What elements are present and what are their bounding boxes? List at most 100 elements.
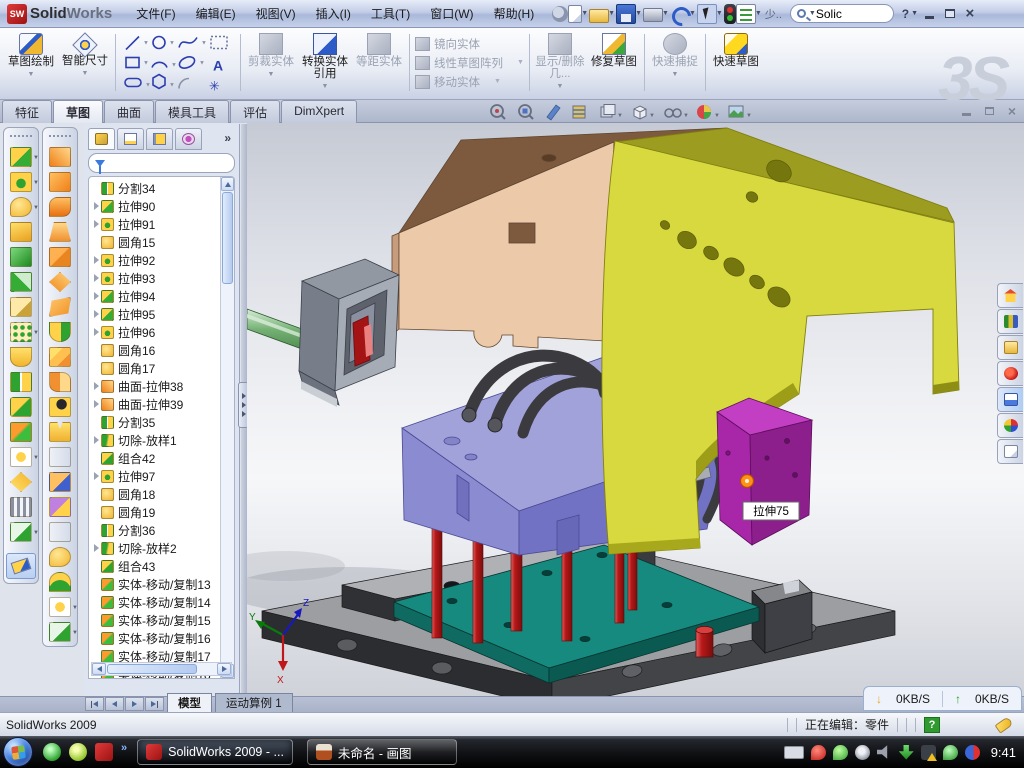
ribbon-tab[interactable]: 草图 (53, 100, 103, 123)
ribbon-tab[interactable]: 特征 (2, 100, 52, 123)
display-style-icon[interactable]: ▼ (601, 105, 623, 120)
mold-tools-toolbar-button[interactable]: ▼ (49, 347, 71, 367)
mold-tools-toolbar-button[interactable]: ▼ (49, 497, 71, 517)
taskbar-clock[interactable]: 9:41 (991, 745, 1016, 760)
menu-item[interactable]: 编辑(E) (186, 2, 246, 25)
document-restore-icon[interactable] (985, 107, 994, 115)
ellipse-icon[interactable] (178, 55, 197, 71)
quick-launch-icon[interactable] (69, 743, 87, 761)
mold-tools-toolbar-button[interactable]: ▼ (49, 422, 71, 442)
polygon-icon[interactable] (153, 75, 165, 89)
tree-filter-box[interactable] (88, 153, 235, 173)
selection-box-icon[interactable] (211, 37, 227, 49)
task-pane-tab[interactable] (997, 361, 1023, 386)
featuremanager-design-tree-tab[interactable] (88, 128, 115, 150)
toolbar-icon[interactable] (589, 9, 609, 23)
scroll-right-button[interactable] (217, 663, 231, 675)
ribbon-tab[interactable]: DimXpert (281, 100, 357, 123)
tray-icon[interactable] (855, 745, 870, 760)
mold-tools-toolbar-button[interactable]: ▼ (49, 472, 71, 492)
mold-tools-toolbar-button[interactable]: ▼ (49, 622, 71, 642)
display-delete-relations-button[interactable]: 显示/删除几...▼ (533, 30, 587, 95)
model-tab[interactable]: 运动算例 1 (215, 693, 293, 712)
feature-tree-item[interactable]: 切除-放样1 (91, 431, 234, 449)
menu-item[interactable]: 帮助(H) (484, 2, 545, 25)
features-toolbar-button[interactable]: ▼ (10, 447, 32, 467)
mold-tools-toolbar-button[interactable]: ▼ (49, 372, 71, 392)
mold-tools-toolbar-button[interactable]: ▼ (49, 397, 71, 417)
model-tab[interactable]: 模型 (167, 693, 212, 712)
dropdown-arrow-icon[interactable]: ▼ (635, 10, 642, 17)
feature-tree-item[interactable]: 切除-放样2 (91, 539, 234, 557)
search-dropdown-icon[interactable]: ▼ (809, 10, 816, 17)
rectangle-icon[interactable] (126, 58, 139, 68)
feature-tree-item[interactable]: 实体-移动/复制14 (91, 593, 234, 611)
feature-tree-item[interactable]: 分割36 (91, 521, 234, 539)
scroll-left-button[interactable] (92, 663, 106, 675)
linear-sketch-pattern-button[interactable]: 线性草图阵列▼ (415, 55, 524, 71)
toolbar-icon[interactable] (552, 6, 568, 22)
dropdown-arrow-icon[interactable]: ▼ (608, 10, 615, 17)
features-toolbar-button[interactable]: ▼ (10, 497, 32, 517)
feature-tree-item[interactable]: 拉伸94 (91, 287, 234, 305)
features-toolbar-button[interactable]: ▼ (10, 197, 32, 217)
mold-tools-toolbar-button[interactable]: ▼ (49, 447, 71, 467)
features-toolbar-button[interactable]: ▼ (10, 147, 32, 167)
task-pane-tab[interactable] (997, 439, 1023, 464)
feature-tree-item[interactable]: 圆角18 (91, 485, 234, 503)
ribbon-tab[interactable]: 评估 (230, 100, 280, 123)
prev-tab-button[interactable] (105, 697, 124, 711)
mold-tools-toolbar-button[interactable]: ▼ (49, 322, 71, 342)
features-toolbar-button[interactable]: ▼ (10, 372, 32, 392)
toolbar-icon[interactable] (736, 4, 756, 24)
mirror-entities-button[interactable]: 镜向实体 (415, 36, 524, 52)
features-toolbar-button[interactable]: ▼ (10, 272, 32, 292)
features-toolbar-button[interactable]: ▼ (10, 522, 32, 542)
toolbar-icon[interactable] (643, 8, 663, 22)
dropdown-arrow-icon[interactable]: ▼ (755, 10, 762, 17)
menu-item[interactable]: 插入(I) (306, 2, 361, 25)
feature-tree-item[interactable]: 分割34 (91, 179, 234, 197)
section-view-icon[interactable] (573, 106, 585, 118)
property-manager-tab[interactable] (117, 128, 144, 150)
zoom-area-icon[interactable] (519, 105, 533, 119)
expand-arrow-icon[interactable] (91, 544, 101, 552)
expand-arrow-icon[interactable] (91, 310, 101, 318)
toolbar-icon[interactable] (697, 4, 717, 24)
expand-arrow-icon[interactable] (91, 382, 101, 390)
sketch-button[interactable]: 草图绘制 ▼ (4, 30, 58, 95)
tree-vertical-scrollbar[interactable] (220, 177, 234, 678)
panel-overflow-button[interactable]: » (220, 128, 235, 150)
spline-icon[interactable] (179, 38, 197, 48)
first-tab-button[interactable] (85, 697, 104, 711)
tree-horizontal-scrollbar[interactable] (91, 662, 232, 676)
overflow-label[interactable]: 少.. (765, 6, 782, 22)
feature-tree-item[interactable]: 实体-移动/复制15 (91, 611, 234, 629)
features-toolbar-button[interactable]: ▼ (10, 172, 32, 192)
toolbar-icon[interactable] (724, 4, 736, 24)
task-pane-tab[interactable] (997, 335, 1023, 360)
feature-tree-item[interactable]: 拉伸93 (91, 269, 234, 287)
quick-snaps-button[interactable]: 快速捕捉▼ (648, 30, 702, 95)
mold-tools-toolbar-button[interactable]: ▼ (49, 147, 71, 167)
mold-tools-toolbar-button[interactable]: ▼ (49, 547, 71, 567)
feature-tree-item[interactable]: 实体-移动/复制13 (91, 575, 234, 593)
features-toolbar-button[interactable]: ▼ (10, 222, 32, 242)
restore-button[interactable] (940, 5, 960, 23)
features-toolbar-button[interactable]: ▼ (10, 247, 32, 267)
toolbar-item[interactable]: ▼ (724, 4, 736, 24)
feature-tree-item[interactable]: 分割35 (91, 413, 234, 431)
expand-arrow-icon[interactable] (91, 436, 101, 444)
tray-icon[interactable] (965, 745, 980, 760)
taskbar-task-button[interactable]: 未命名 - 画图 (307, 739, 457, 765)
ribbon-tab[interactable]: 模具工具 (155, 100, 229, 123)
toolbar-icon[interactable] (568, 5, 582, 23)
toolbar-item[interactable]: ▼ (552, 6, 568, 22)
scroll-thumb[interactable] (222, 192, 233, 284)
document-close-icon[interactable]: × (1008, 103, 1016, 119)
dimxpert-manager-tab[interactable] (175, 128, 202, 150)
minimize-button[interactable] (920, 5, 940, 23)
text-icon[interactable]: A (213, 58, 223, 74)
next-tab-button[interactable] (125, 697, 144, 711)
arc-icon[interactable] (152, 62, 167, 67)
